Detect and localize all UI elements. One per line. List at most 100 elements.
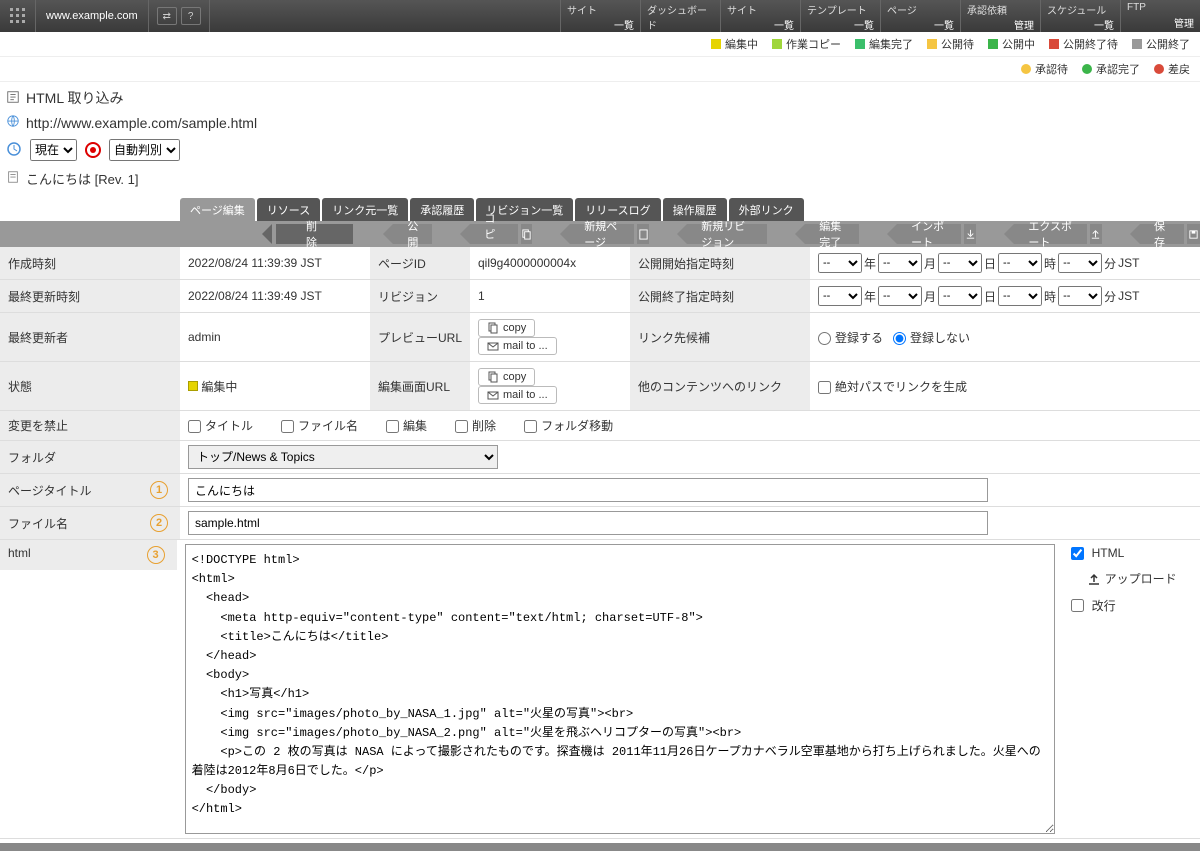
topnav-スケジュール[interactable]: スケジュール一覧	[1040, 0, 1120, 32]
status-公開待: 公開待	[927, 36, 974, 52]
created-label: 作成時刻	[0, 247, 180, 280]
date-year-select[interactable]: --	[818, 253, 862, 273]
preview-mail-button[interactable]: mail to ...	[478, 337, 557, 355]
status-承認完了: 承認完了	[1082, 61, 1140, 77]
page-controls: 現在 自動判別	[0, 135, 1200, 165]
title-input[interactable]	[188, 478, 988, 502]
date-min-select[interactable]: --	[1058, 253, 1102, 273]
upload-link[interactable]: アップロード	[1071, 570, 1192, 587]
new-page-icon[interactable]	[637, 224, 649, 244]
app-logo	[0, 0, 36, 32]
tab-ページ編集[interactable]: ページ編集	[180, 198, 255, 221]
status-公開終了: 公開終了	[1132, 36, 1190, 52]
tab-リンク元一覧[interactable]: リンク元一覧	[322, 198, 408, 221]
topnav-ページ[interactable]: ページ一覧	[880, 0, 960, 32]
updated-label: 最終更新時刻	[0, 280, 180, 313]
date-hour-select[interactable]: --	[998, 286, 1042, 306]
html-label: html	[8, 546, 31, 560]
new-page-button[interactable]: 新規ページ	[570, 224, 634, 244]
editurl-copy-button[interactable]: copy	[478, 368, 535, 386]
pageid-label: ページID	[370, 247, 470, 280]
status-差戻: 差戻	[1154, 61, 1190, 77]
copy-doc-icon[interactable]	[521, 224, 532, 244]
step-3-badge: 3	[147, 546, 165, 564]
forbid-ファイル名[interactable]: ファイル名	[281, 419, 358, 433]
page-header: HTML 取り込み	[0, 82, 1200, 110]
forbid-フォルダ移動[interactable]: フォルダ移動	[524, 419, 613, 433]
time-select[interactable]: 現在	[30, 139, 77, 161]
editurl-mail-button[interactable]: mail to ...	[478, 386, 557, 404]
folder-select[interactable]: トップ/News & Topics	[188, 445, 498, 469]
wrap-checkbox[interactable]: 改行	[1071, 597, 1192, 614]
html-side-options: HTML アップロード 改行	[1063, 540, 1200, 620]
page-title-text: HTML 取り込み	[26, 88, 123, 108]
state-color-icon	[188, 381, 198, 391]
pubstart-value: -- 年 -- 月 -- 日 -- 時 -- 分 JST	[810, 247, 1200, 280]
folder-row: フォルダ トップ/News & Topics	[0, 441, 1200, 474]
globe-icon	[6, 114, 20, 131]
tool-icon-1[interactable]: ⇄	[157, 7, 177, 25]
date-month-select[interactable]: --	[878, 286, 922, 306]
copy-button[interactable]: コピー	[470, 224, 518, 244]
topnav-サイト[interactable]: サイト一覧	[560, 0, 640, 32]
save-button[interactable]: 保存	[1140, 224, 1184, 244]
pubstart-label: 公開開始指定時刻	[630, 247, 810, 280]
date-min-select[interactable]: --	[1058, 286, 1102, 306]
preview-label: プレビューURL	[370, 313, 470, 362]
forbid-編集[interactable]: 編集	[386, 419, 427, 433]
save-icon-btn[interactable]	[1187, 224, 1200, 244]
site-domain[interactable]: www.example.com	[36, 0, 148, 32]
meta-table: 作成時刻 2022/08/24 11:39:39 JST ページID qil9g…	[0, 247, 1200, 441]
export-icon-btn[interactable]	[1090, 224, 1102, 244]
status-公開終了待: 公開終了待	[1049, 36, 1118, 52]
filename-input[interactable]	[188, 511, 988, 535]
date-day-select[interactable]: --	[938, 253, 982, 273]
auto-detect-select[interactable]: 自動判別	[109, 139, 180, 161]
html-textarea[interactable]	[185, 544, 1055, 834]
otherlink-label: 他のコンテンツへのリンク	[630, 362, 810, 411]
register-no-radio[interactable]: 登録しない	[893, 331, 970, 345]
topnav-テンプレート[interactable]: テンプレート一覧	[800, 0, 880, 32]
status-編集中: 編集中	[711, 36, 758, 52]
title-row: ページタイトル1	[0, 474, 1200, 507]
date-year-select[interactable]: --	[818, 286, 862, 306]
publish-button[interactable]: 公開	[393, 224, 432, 244]
date-day-select[interactable]: --	[938, 286, 982, 306]
status-公開中: 公開中	[988, 36, 1035, 52]
topnav-承認依頼[interactable]: 承認依頼管理	[960, 0, 1040, 32]
tab-承認履歴[interactable]: 承認履歴	[410, 198, 474, 221]
step-1-badge: 1	[150, 481, 168, 499]
help-icon[interactable]: ?	[181, 7, 201, 25]
updater-label: 最終更新者	[0, 313, 180, 362]
date-hour-select[interactable]: --	[998, 253, 1042, 273]
topnav-ダッシュボード[interactable]: ダッシュボード設定	[640, 0, 720, 32]
linkcand-value: 登録する 登録しない	[810, 313, 1200, 362]
preview-copy-button[interactable]: copy	[478, 319, 535, 337]
pubend-label: 公開終了指定時刻	[630, 280, 810, 313]
delete-button[interactable]: 削除	[276, 224, 353, 244]
topnav-FTP[interactable]: FTP管理	[1120, 0, 1200, 32]
page-url: http://www.example.com/sample.html	[26, 115, 257, 131]
preview-actions: copy mail to ...	[470, 313, 630, 362]
topnav-サイト[interactable]: サイト一覧	[720, 0, 800, 32]
edit-done-button[interactable]: 編集完了	[805, 224, 859, 244]
forbid-options: タイトル ファイル名 編集 削除 フォルダ移動	[180, 411, 1200, 441]
doc-icon	[6, 170, 20, 187]
abs-path-checkbox[interactable]: 絶対パスでリンクを生成	[818, 380, 967, 394]
folder-label: フォルダ	[8, 449, 56, 466]
action-bar: 削除 公開 コピー 新規ページ 新規リビジョン 編集完了 インポート エクスポー…	[0, 221, 1200, 247]
import-icon-btn[interactable]	[964, 224, 976, 244]
forbid-タイトル[interactable]: タイトル	[188, 419, 253, 433]
otherlink-value: 絶対パスでリンクを生成	[810, 362, 1200, 411]
register-yes-radio[interactable]: 登録する	[818, 331, 883, 345]
top-nav: サイト一覧ダッシュボード設定サイト一覧テンプレート一覧ページ一覧承認依頼管理スケ…	[560, 0, 1200, 32]
forbid-削除[interactable]: 削除	[455, 419, 496, 433]
import-button[interactable]: インポート	[897, 224, 961, 244]
new-revision-button[interactable]: 新規リビジョン	[687, 224, 767, 244]
record-icon[interactable]	[85, 142, 101, 158]
revision-row: こんにちは [Rev. 1]	[0, 165, 1200, 198]
date-month-select[interactable]: --	[878, 253, 922, 273]
export-button[interactable]: エクスポート	[1014, 224, 1086, 244]
html-checkbox[interactable]: HTML	[1071, 546, 1192, 560]
status-legend-1: 編集中作業コピー編集完了公開待公開中公開終了待公開終了	[0, 32, 1200, 57]
